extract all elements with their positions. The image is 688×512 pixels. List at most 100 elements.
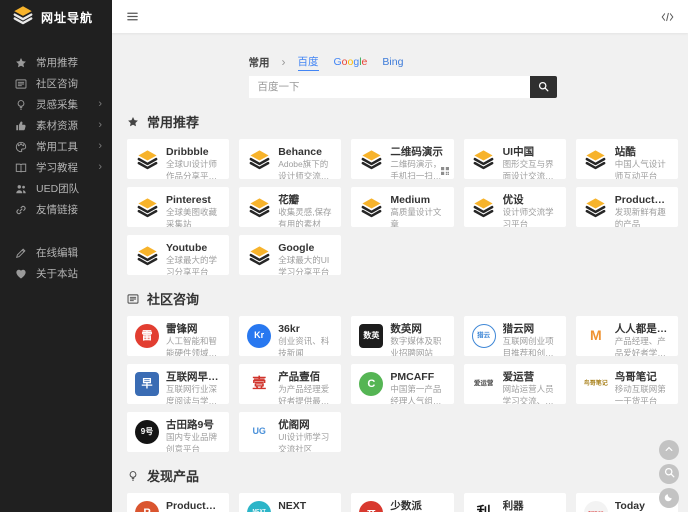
site-card[interactable]: P Producthunt发现新鲜有趣的产品 (127, 493, 230, 512)
site-card-text: 优设 设计师交流学习平台 (503, 193, 558, 227)
moon-icon (664, 489, 674, 507)
site-card-title: 花瓣 (278, 194, 300, 206)
sidebar-item-tools[interactable]: 常用工具 › (0, 136, 112, 157)
search-icon (664, 465, 675, 483)
sidebar-item-label: 在线编辑 (36, 247, 78, 259)
site-card[interactable]: UI中国图形交互与界面设计交流、作品展示、学习平台。 (463, 139, 566, 179)
site-card[interactable]: Youtube 全球最大的学习分享平台 (127, 235, 230, 275)
section-header: 社区咨询 (127, 289, 678, 308)
site-card-desc: 人工智能和智能硬件领域的互联网科技媒体 (166, 336, 218, 356)
site-card[interactable]: 9号 古田路9号 国内专业品牌创意平台 (127, 412, 230, 452)
site-card[interactable]: 鸟哥笔记 鸟哥笔记 移动互联网第一干货平台 (575, 364, 678, 404)
site-card-title: 优阁网 (278, 419, 310, 431)
section-discover: 发现产品PProducthunt发现新鲜有趣的产品NEXTNEXT不错过任何一个… (127, 466, 678, 512)
site-card-desc: 全球最大的UI学习分享平台 (278, 255, 330, 275)
sidebar-item-label: 社区咨询 (36, 78, 78, 90)
site-card[interactable]: 早互联网早读课互联网行业深度阅读与学习平台 (127, 364, 230, 404)
site-card-desc: 全球最大的学习分享平台 (166, 255, 218, 275)
fab-search[interactable] (659, 464, 679, 484)
site-card[interactable]: CPMCAFF中国第一产品经理人气组织、专注于研究互联网产品 (351, 364, 454, 404)
site-card-text: NEXT不错过任何一个新产品 (278, 499, 333, 512)
search-category[interactable]: 常用 (249, 55, 270, 70)
site-card[interactable]: 猎云猎云网互联网创业项目推荐和创业创新资讯 (463, 316, 566, 356)
layers-icon (135, 195, 159, 219)
sidebar-item-label: 常用推荐 (36, 57, 78, 69)
site-card[interactable]: Kr 36kr 创业资讯、科技新闻 (239, 316, 342, 356)
site-card-desc: 互联网行业深度阅读与学习平台 (166, 384, 218, 404)
site-card-title: NEXT (278, 500, 307, 512)
fab-back-to-top[interactable] (659, 440, 679, 460)
site-logo-badge: TODAY (583, 501, 608, 512)
section-title: 发现产品 (147, 469, 200, 484)
site-card[interactable]: 利利器创造者和他们的工具 (463, 493, 566, 512)
site-card-desc: 发现新鲜有趣的产品 (614, 207, 666, 227)
sidebar-item-tutorials[interactable]: 学习教程 › (0, 157, 112, 178)
site-card-text: 站酷 中国人气设计师互动平台 (615, 145, 670, 179)
site-logo-badge: C (359, 372, 384, 396)
search-tabs-row: 常用 › 百度 Google Bing (249, 54, 557, 71)
site-card[interactable]: 站酷 中国人气设计师互动平台 (575, 139, 678, 179)
site-card[interactable]: 花瓣 收集灵感,保存有用的素材 (239, 187, 342, 227)
site-card[interactable]: Medium 高质量设计文章 (351, 187, 454, 227)
sidebar-item-recommend[interactable]: 常用推荐 (0, 52, 112, 73)
site-card[interactable]: Producthunt发现新鲜有趣的产品 (575, 187, 678, 227)
site-card-title: 36kr (278, 323, 300, 335)
sidebar-item-online-edit[interactable]: 在线编辑 (0, 242, 112, 263)
app-window: 网址导航 常用推荐 社区咨询 灵感采集 › 素材资源 › 常用工具 › 学习教程 › UED团队 友情… (0, 0, 688, 512)
hamburger-icon[interactable] (126, 10, 139, 23)
site-card[interactable]: 壹产品壹佰为产品经理爱好者提供最优质的产品资讯、原创内容... (239, 364, 342, 404)
sidebar-item-friend-links[interactable]: 友情链接 (0, 199, 112, 220)
site-card[interactable]: Google 全球最大的UI学习分享平台 (239, 235, 342, 275)
engine-tab-google[interactable]: Google (334, 56, 368, 68)
site-card[interactable]: 优设 设计师交流学习平台 (463, 187, 566, 227)
site-card[interactable]: π 少数派高品质数字消费指南 (351, 493, 454, 512)
site-card-text: 数英网 数字媒体及职业招聘网站 (390, 322, 445, 356)
fab-theme[interactable] (659, 488, 679, 508)
sidebar-item-ued-team[interactable]: UED团队 (0, 178, 112, 199)
search-button[interactable] (529, 76, 557, 98)
site-card-desc: 二维码演示，手机扫一扫，也可以点击 (390, 159, 442, 179)
sidebar-item-inspiration[interactable]: 灵感采集 › (0, 94, 112, 115)
heart-icon (14, 268, 27, 280)
layers-icon (584, 147, 608, 171)
site-card[interactable]: UG 优阁网 UI设计师学习交流社区 (239, 412, 342, 452)
chevron-up-icon (664, 441, 674, 459)
card-grid: Dribbble全球UI设计师作品分享平台。 BehanceAdobe旗下的设计师… (127, 139, 678, 275)
engine-tab-baidu[interactable]: 百度 (297, 54, 319, 71)
site-card-text: Google 全球最大的UI学习分享平台 (278, 241, 333, 275)
site-logo-badge: NEXT (247, 501, 272, 512)
code-icon[interactable] (661, 12, 674, 22)
site-card[interactable]: 二维码演示二维码演示，手机扫一扫，也可以点击 (351, 139, 454, 179)
sidebar-item-label: 灵感采集 (36, 99, 78, 111)
site-card-text: BehanceAdobe旗下的设计师交流平台，来自世界各地的设计... (278, 145, 333, 179)
site-card[interactable]: BehanceAdobe旗下的设计师交流平台，来自世界各地的设计... (239, 139, 342, 179)
site-card-title: Producthunt (614, 194, 670, 206)
site-card[interactable]: Dribbble全球UI设计师作品分享平台。 (127, 139, 230, 179)
engine-tab-bing[interactable]: Bing (382, 56, 403, 68)
qr-code-icon[interactable] (440, 167, 449, 175)
site-card-text: 古田路9号 国内专业品牌创意平台 (166, 418, 221, 452)
site-card[interactable]: 雷雷锋网人工智能和智能硬件领域的互联网科技媒体 (127, 316, 230, 356)
site-card-desc: 全球UI设计师作品分享平台。 (166, 159, 218, 179)
site-card[interactable]: M 人人都是产品经理产品经理、产品爱好者学习交流平台 (575, 316, 678, 356)
site-logo-badge: 猎云 (471, 324, 496, 348)
sidebar-item-label: 素材资源 (36, 120, 78, 132)
site-card-title: Pinterest (166, 194, 211, 206)
logo[interactable]: 网址导航 (0, 0, 112, 34)
site-card[interactable]: 爱运营爱运营网站运营人员学习交流、专注于网站产品运营管理、... (463, 364, 566, 404)
section-recommend: 常用推荐 Dribbble全球UI设计师作品分享平台。 BehanceAdobe旗下… (127, 112, 678, 275)
site-card-desc: 中国第一产品经理人气组织、专注于研究互联网产品 (390, 384, 442, 404)
site-card-desc: 移动互联网第一干货平台 (614, 384, 666, 404)
sidebar-item-label: 学习教程 (36, 162, 78, 174)
search-input[interactable] (248, 76, 530, 98)
sidebar-item-community[interactable]: 社区咨询 (0, 73, 112, 94)
sidebar-item-about[interactable]: 关于本站 (0, 263, 112, 284)
site-card[interactable]: 数英 数英网 数字媒体及职业招聘网站 (351, 316, 454, 356)
site-card-text: Producthunt发现新鲜有趣的产品 (166, 499, 221, 512)
sidebar-item-materials[interactable]: 素材资源 › (0, 115, 112, 136)
team-icon (14, 183, 27, 195)
site-card[interactable]: Pinterest 全球美图收藏采集站 (127, 187, 230, 227)
site-card[interactable]: NEXTNEXT不错过任何一个新产品 (239, 493, 342, 512)
site-card-text: 优阁网 UI设计师学习交流社区 (278, 418, 333, 452)
site-card-title: Medium (390, 194, 431, 206)
